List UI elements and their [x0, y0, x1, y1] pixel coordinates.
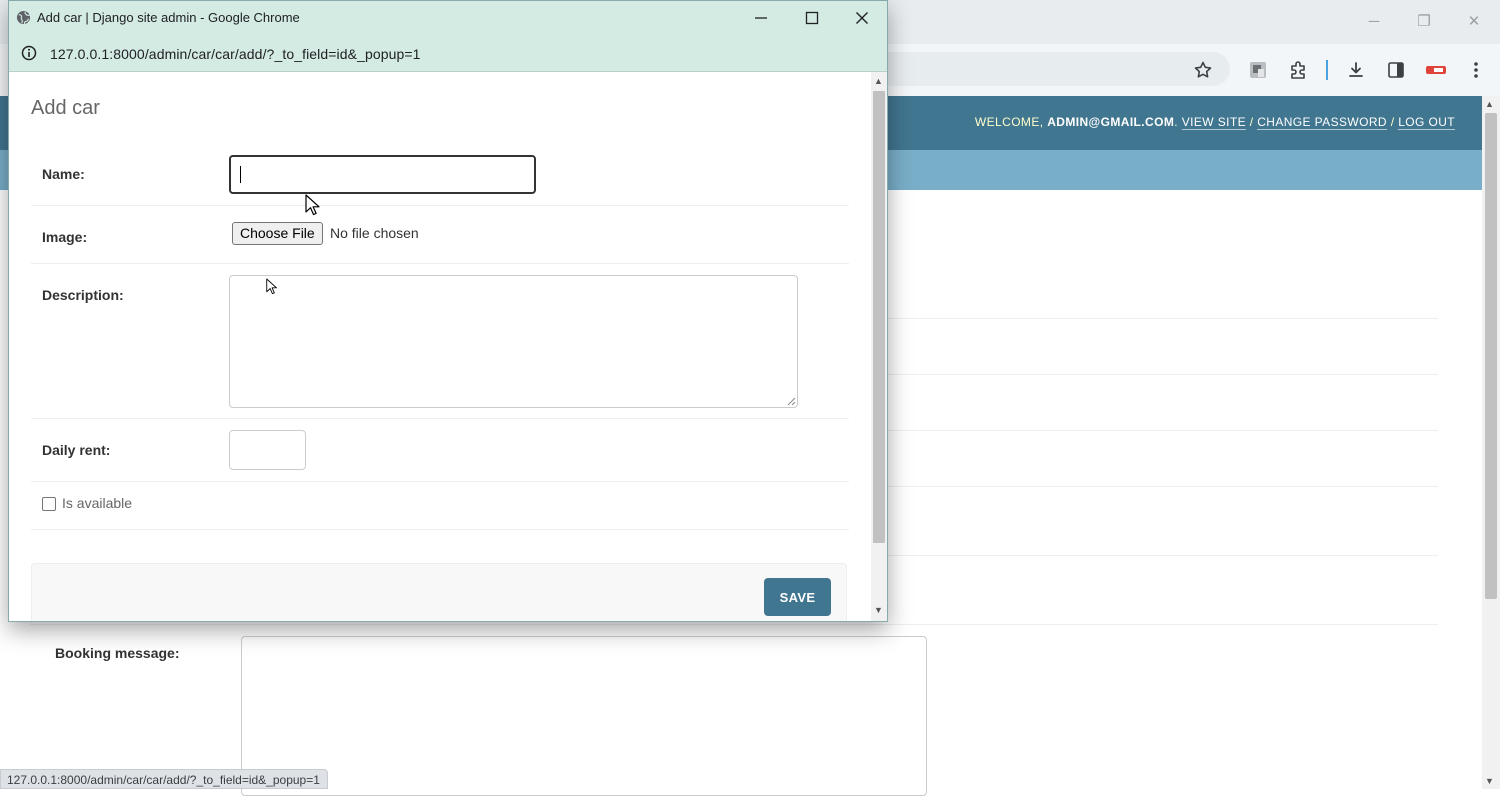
daily-rent-input[interactable] [229, 430, 306, 470]
page-title: Add car [31, 97, 100, 119]
close-icon[interactable]: ✕ [1462, 10, 1486, 34]
minimize-icon[interactable] [748, 6, 774, 30]
maximize-icon[interactable] [799, 6, 825, 30]
form-row-divider [31, 418, 849, 419]
scroll-up-arrow-icon[interactable]: ▲ [874, 76, 883, 86]
submit-row: Save [31, 563, 847, 621]
add-car-form: Add car Name: Image: Choose File No file… [9, 72, 871, 621]
change-password-link[interactable]: Change password [1257, 115, 1387, 130]
separator-slash: / [1249, 115, 1254, 129]
popup-scrollbar[interactable]: ▲ ▼ [871, 72, 887, 621]
side-panel-icon[interactable] [1384, 58, 1408, 82]
view-site-link[interactable]: View site [1181, 115, 1246, 130]
form-row-divider [31, 205, 849, 206]
close-icon[interactable] [849, 6, 875, 30]
extension-badge-icon[interactable] [1424, 58, 1448, 82]
profile-icon[interactable] [1246, 58, 1270, 82]
minimize-icon[interactable]: ─ [1362, 10, 1386, 34]
choose-file-button[interactable]: Choose File [232, 222, 323, 245]
text-caret [240, 166, 241, 183]
resize-grip-icon[interactable] [786, 396, 796, 406]
bookmark-star-icon[interactable] [1191, 58, 1215, 82]
popup-titlebar: Add car | Django site admin - Google Chr… [9, 1, 887, 36]
booking-message-label: Booking message: [55, 645, 180, 661]
status-bar-url: 127.0.0.1:8000/admin/car/car/add/?_to_fi… [0, 769, 328, 789]
kebab-menu-icon[interactable] [1464, 58, 1488, 82]
download-icon[interactable] [1344, 58, 1368, 82]
extensions-icon[interactable] [1286, 58, 1310, 82]
restore-icon[interactable]: ❐ [1412, 10, 1436, 34]
globe-icon [16, 10, 31, 25]
scroll-down-arrow-icon[interactable]: ▼ [1485, 776, 1494, 786]
booking-message-textarea[interactable] [241, 636, 927, 796]
username: admin@gmail.com [1047, 115, 1175, 129]
log-out-link[interactable]: Log out [1398, 115, 1455, 130]
popup-window: Add car | Django site admin - Google Chr… [8, 0, 888, 622]
scroll-up-arrow-icon[interactable]: ▲ [1485, 99, 1494, 109]
separator-dot: . [1174, 115, 1178, 129]
user-tools: Welcome, admin@gmail.com. View site / Ch… [974, 115, 1455, 130]
save-button[interactable]: Save [764, 578, 831, 616]
is-available-label[interactable]: Is available [62, 495, 132, 511]
description-label: Description: [42, 287, 124, 303]
popup-address-bar[interactable]: 127.0.0.1:8000/admin/car/car/add/?_to_fi… [9, 36, 887, 72]
name-label: Name: [42, 166, 85, 182]
page-scrollbar-thumb[interactable] [1485, 113, 1497, 599]
welcome-text: Welcome, [974, 115, 1044, 129]
site-info-icon[interactable] [21, 45, 37, 61]
popup-window-title: Add car | Django site admin - Google Chr… [37, 10, 300, 25]
description-textarea[interactable] [229, 275, 798, 408]
name-input[interactable] [229, 155, 536, 194]
separator-slash: / [1390, 115, 1395, 129]
popup-url: 127.0.0.1:8000/admin/car/car/add/?_to_fi… [50, 46, 421, 62]
scroll-down-arrow-icon[interactable]: ▼ [874, 605, 883, 615]
daily-rent-label: Daily rent: [42, 442, 111, 458]
form-row-divider [31, 481, 849, 482]
form-row-divider [31, 529, 849, 530]
popup-scrollbar-thumb[interactable] [873, 91, 885, 543]
file-status-text: No file chosen [330, 225, 419, 241]
form-row-divider [31, 263, 849, 264]
image-label: Image: [42, 229, 88, 245]
toolbar-separator [1326, 60, 1328, 80]
form-row-divider [30, 624, 1438, 625]
is-available-checkbox[interactable] [42, 497, 56, 511]
